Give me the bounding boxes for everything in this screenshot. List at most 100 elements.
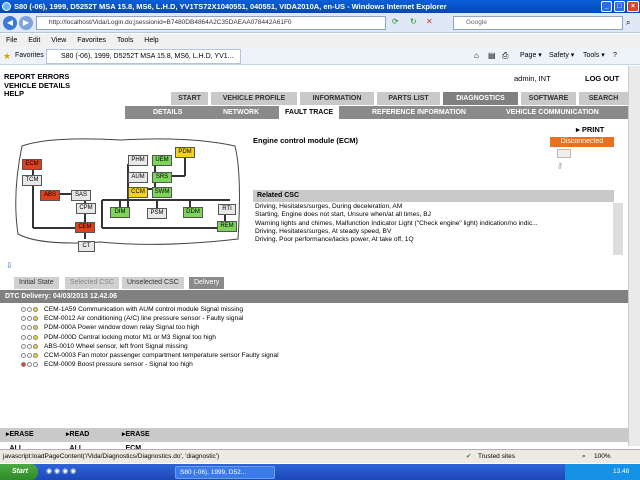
tab-unselected-csc[interactable]: Unselected CSC: [122, 277, 184, 289]
dtc-row[interactable]: ABS-0010 Wheel sensor, left front Signal…: [0, 342, 628, 351]
quicklaunch-icons[interactable]: ◉ ◉ ◉ ◉: [46, 464, 76, 480]
node-psm[interactable]: PSM: [147, 208, 167, 219]
erase-ecm-button[interactable]: ▸ ERASE ECM: [122, 428, 150, 452]
help-link[interactable]: HELP: [4, 89, 70, 99]
help-icon[interactable]: ?: [613, 47, 617, 65]
read-all-button[interactable]: ▸ READ ALL: [66, 428, 89, 452]
node-tcm[interactable]: TCM: [22, 175, 42, 186]
subtab-reference-information[interactable]: REFERENCE INFORMATION: [372, 106, 466, 119]
node-uem[interactable]: UEM: [152, 155, 172, 166]
minimize-button[interactable]: _: [601, 1, 612, 12]
tab-start[interactable]: START: [171, 92, 208, 105]
node-sas[interactable]: SAS: [71, 190, 91, 201]
node-abs[interactable]: ABS: [40, 190, 60, 201]
compat-icon[interactable]: ⟳: [392, 17, 399, 26]
erase-all-button[interactable]: ▸ ERASE ALL: [6, 428, 34, 452]
dtc-row[interactable]: CEM-1A59 Communication with AUM control …: [0, 305, 628, 314]
info-icon[interactable]: ⇩: [6, 261, 13, 270]
start-button[interactable]: Start: [0, 464, 38, 480]
node-dim[interactable]: DIM: [110, 207, 130, 218]
menu-favorites[interactable]: Favorites: [77, 37, 106, 44]
dtc-list: CEM-1A59 Communication with AUM control …: [0, 303, 628, 428]
related-csc-header: Related CSC: [253, 190, 614, 202]
dtc-row[interactable]: PDM-000D Central locking motor M1 or M3 …: [0, 333, 628, 342]
page-menu[interactable]: Page ▾: [520, 47, 542, 65]
node-rti[interactable]: RTI: [218, 204, 236, 215]
subtab-fault-trace[interactable]: FAULT TRACE: [279, 106, 340, 119]
favorites-button[interactable]: Favorites: [15, 47, 44, 65]
dtc-row[interactable]: ECM-0009 Boost pressure sensor - Signal …: [0, 360, 628, 369]
maximize-button[interactable]: □: [614, 1, 625, 12]
close-button[interactable]: ×: [627, 1, 639, 12]
feeds-icon[interactable]: ▤: [488, 47, 496, 65]
zoom-level[interactable]: 100%: [594, 450, 611, 463]
csc-item[interactable]: Driving, Poor performance/lacks power, A…: [255, 236, 614, 244]
menu-tools[interactable]: Tools: [117, 37, 133, 44]
menu-file[interactable]: File: [6, 37, 17, 44]
subtab-vehicle-communication[interactable]: VEHICLE COMMUNICATION: [506, 106, 599, 119]
system-tray: 13.48: [565, 464, 640, 480]
address-bar: ◀ ▶ http://localhost/Vida/Login.do;jsess…: [0, 13, 640, 33]
trusted-sites-icon: ✔: [466, 453, 472, 460]
safety-menu[interactable]: Safety ▾: [549, 47, 574, 65]
tab-delivery[interactable]: Delivery: [189, 277, 225, 289]
url-field[interactable]: http://localhost/Vida/Login.do;jsessioni…: [36, 16, 386, 30]
forward-button[interactable]: ▶: [19, 16, 33, 30]
dtc-row[interactable]: PDM-000A Power window down relay Signal …: [0, 323, 628, 332]
top-links: REPORT ERRORS VEHICLE DETAILS HELP: [4, 72, 70, 99]
node-ct[interactable]: CT: [78, 241, 95, 252]
node-pdm[interactable]: PDM: [175, 147, 195, 158]
print-link[interactable]: ▸ PRINT: [576, 125, 604, 134]
subtab-network[interactable]: NETWORK: [223, 106, 259, 119]
dtc-text: PDM-000D Central locking motor M1 or M3 …: [44, 333, 216, 341]
node-ccm[interactable]: CCM: [128, 187, 148, 198]
dtc-text: CCM-0003 Fan motor passenger compartment…: [44, 351, 279, 359]
node-ddm[interactable]: DDM: [183, 207, 203, 218]
node-rem[interactable]: REM: [217, 221, 237, 232]
browser-tab[interactable]: S80 (-06), 1999, D5252T MSA 15.8, MS6, L…: [46, 49, 241, 64]
search-icon[interactable]: ⌕: [626, 18, 630, 28]
back-button[interactable]: ◀: [3, 16, 17, 30]
search-input[interactable]: Google: [453, 16, 623, 30]
taskbar-item[interactable]: S80 (-06), 1999, D52...: [175, 466, 275, 479]
csc-item[interactable]: Warning lights and chimes, Malfunction I…: [255, 220, 614, 228]
node-aum[interactable]: AUM: [128, 172, 148, 183]
print-label[interactable]: PRINT: [582, 125, 605, 134]
home-icon[interactable]: ⌂: [474, 47, 479, 65]
tab-diagnostics[interactable]: DIAGNOSTICS: [443, 92, 518, 105]
dtc-text: ECM-0012 Air conditioning (A/C) line pre…: [44, 315, 244, 323]
refresh-icon[interactable]: ↻: [410, 17, 417, 26]
tab-search[interactable]: SEARCH: [579, 92, 628, 105]
tab-vehicle-profile[interactable]: VEHICLE PROFILE: [211, 92, 297, 105]
print-icon[interactable]: ⎙: [502, 47, 508, 65]
node-ecm[interactable]: ECM: [22, 159, 42, 170]
csc-item[interactable]: Starting, Engine does not start, Unsure …: [255, 211, 614, 219]
favorites-star-icon[interactable]: ★: [3, 47, 11, 65]
window-title: S80 (-06), 1999, D5252T MSA 15.8, MS6, L…: [14, 2, 447, 11]
csc-item[interactable]: Driving, Hesitates/surges, At steady spe…: [255, 228, 614, 236]
node-cem[interactable]: CEM: [75, 222, 95, 233]
logout-link[interactable]: LOG OUT: [585, 74, 619, 83]
page-scrollbar[interactable]: [628, 66, 640, 446]
csc-item[interactable]: Driving, Hesitates/surges, During decele…: [255, 203, 614, 211]
tab-software[interactable]: SOFTWARE: [521, 92, 576, 105]
tab-parts-list[interactable]: PARTS LIST: [377, 92, 440, 105]
node-srs[interactable]: SRS: [152, 172, 172, 183]
dtc-row[interactable]: CCM-0003 Fan motor passenger compartment…: [0, 351, 628, 360]
tab-selected-csc[interactable]: Selected CSC: [65, 277, 119, 289]
csc-scrollbar[interactable]: [613, 203, 623, 255]
sub-navigation: DETAILS NETWORK FAULT TRACE REFERENCE IN…: [125, 106, 628, 119]
zone-label[interactable]: Trusted sites: [478, 450, 515, 463]
stop-icon[interactable]: ✕: [426, 17, 433, 26]
tools-menu[interactable]: Tools ▾: [583, 47, 605, 65]
menu-view[interactable]: View: [51, 37, 66, 44]
tab-initial-state[interactable]: Initial State: [14, 277, 59, 289]
node-cpm[interactable]: CPM: [76, 203, 96, 214]
dtc-row[interactable]: ECM-0012 Air conditioning (A/C) line pre…: [0, 314, 628, 323]
menu-help[interactable]: Help: [144, 37, 158, 44]
menu-edit[interactable]: Edit: [28, 37, 40, 44]
node-swm[interactable]: SWM: [152, 187, 172, 198]
node-phm[interactable]: PHM: [128, 155, 148, 166]
tab-information[interactable]: INFORMATION: [300, 92, 374, 105]
subtab-details[interactable]: DETAILS: [153, 106, 182, 119]
